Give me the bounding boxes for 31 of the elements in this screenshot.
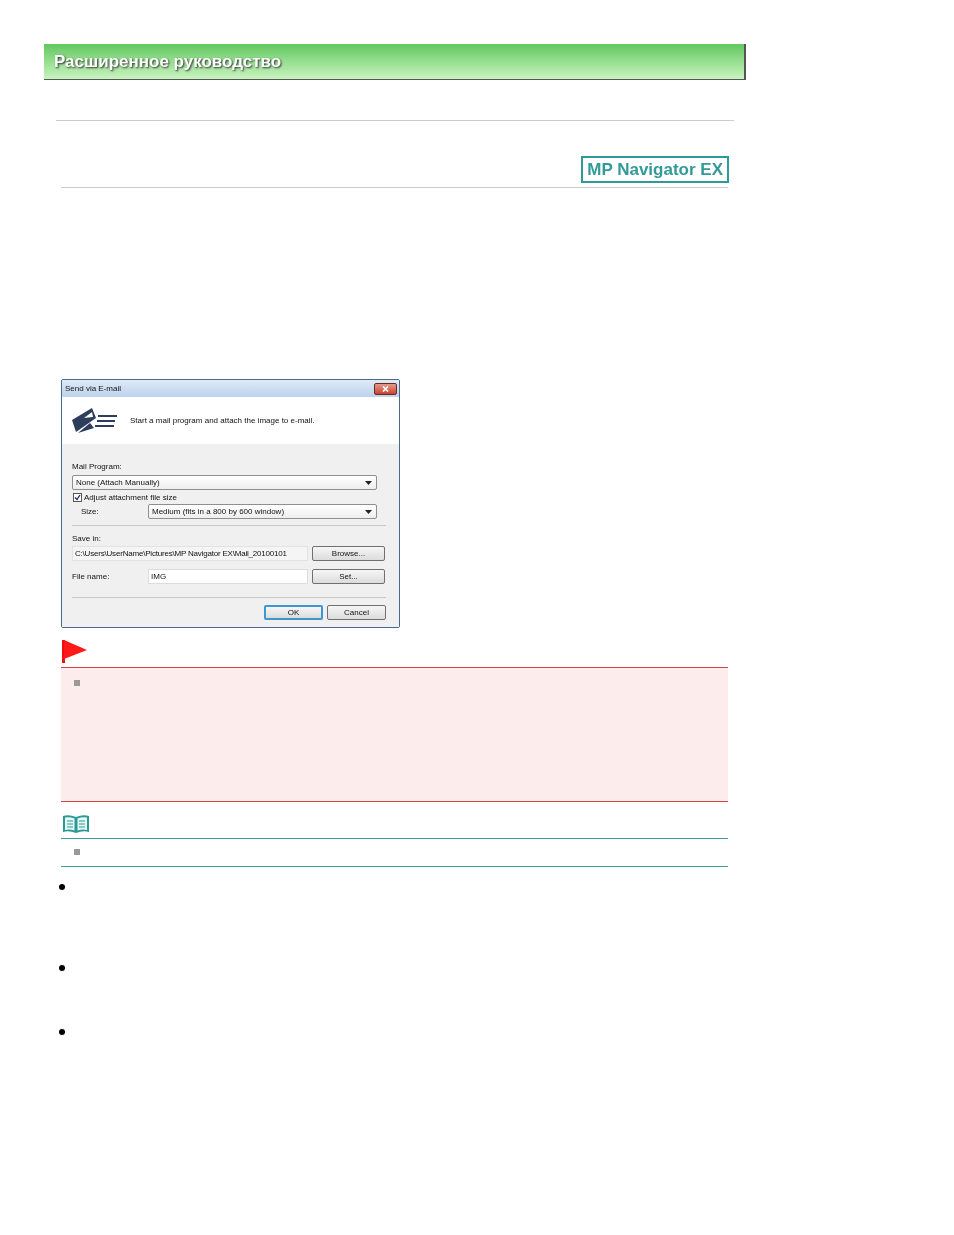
dropdown[interactable]: Medium (fits in a 800 by 600 window) xyxy=(148,504,377,519)
bullet-icon xyxy=(59,884,65,890)
caret-icon xyxy=(365,509,372,514)
dialog-button[interactable]: OK xyxy=(264,605,323,620)
field-label: File name: xyxy=(72,572,111,581)
dialog-button[interactable]: Set... xyxy=(312,569,385,584)
bullet-icon xyxy=(74,680,80,686)
close-button[interactable] xyxy=(374,382,397,395)
dialog-description: Start a mail program and attach the image to e-mail. xyxy=(130,416,315,425)
bullet-icon xyxy=(59,1029,65,1035)
header-title: Расширенное руководство xyxy=(54,50,282,73)
caret-icon xyxy=(365,480,372,485)
checkbox-label[interactable]: Adjust attachment file size xyxy=(84,493,177,502)
envelope-icon xyxy=(70,405,118,436)
close-icon xyxy=(382,385,389,392)
product-badge: MP Navigator EX xyxy=(581,156,729,183)
bullet-icon xyxy=(59,965,65,971)
field-label: Size: xyxy=(80,507,100,516)
dialog-button[interactable]: Browse... xyxy=(312,546,385,561)
checkbox[interactable] xyxy=(73,493,82,502)
input-field[interactable]: IMG xyxy=(148,569,308,584)
window-title: Send via E-mail xyxy=(65,384,122,393)
field-label: Mail Program: xyxy=(72,463,123,471)
path-field: C:\Users\UserName\Pictures\MP Navigator EX\Mail_20100101 xyxy=(72,546,308,561)
dropdown[interactable]: None (Attach Manually) xyxy=(72,475,377,490)
book-icon xyxy=(62,814,90,834)
flag-icon xyxy=(62,640,87,663)
field-label: Save in: xyxy=(72,535,102,543)
bullet-icon xyxy=(74,849,80,855)
checkmark-icon xyxy=(74,494,81,501)
dialog-button[interactable]: Cancel xyxy=(327,605,386,620)
